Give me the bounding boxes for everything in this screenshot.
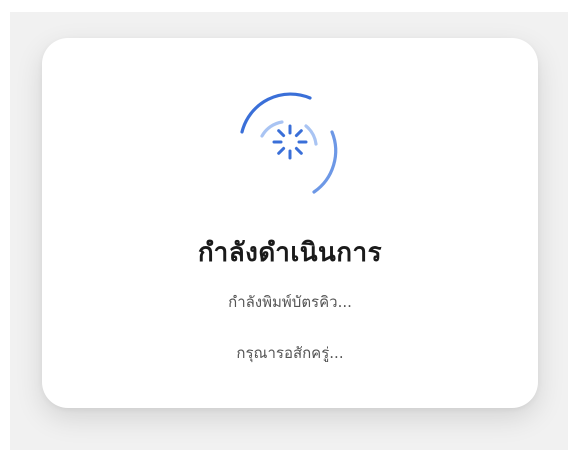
dialog-title: กำลังดำเนินการ	[197, 238, 383, 268]
status-message: กำลังพิมพ์บัตรคิว...	[228, 293, 352, 311]
wait-message: กรุณารอสักครู่...	[236, 344, 344, 362]
loading-spinner-icon	[240, 92, 338, 194]
spinner-outer-arc	[240, 92, 312, 134]
spinner-inner-arc	[260, 120, 284, 138]
spinner-rays	[272, 124, 308, 160]
loading-dialog: กำลังดำเนินการ กำลังพิมพ์บัตรคิว... กรุณ…	[42, 38, 538, 408]
spinner-inner-arc-right	[304, 124, 318, 146]
spinner-outer-arc-right	[312, 130, 338, 194]
